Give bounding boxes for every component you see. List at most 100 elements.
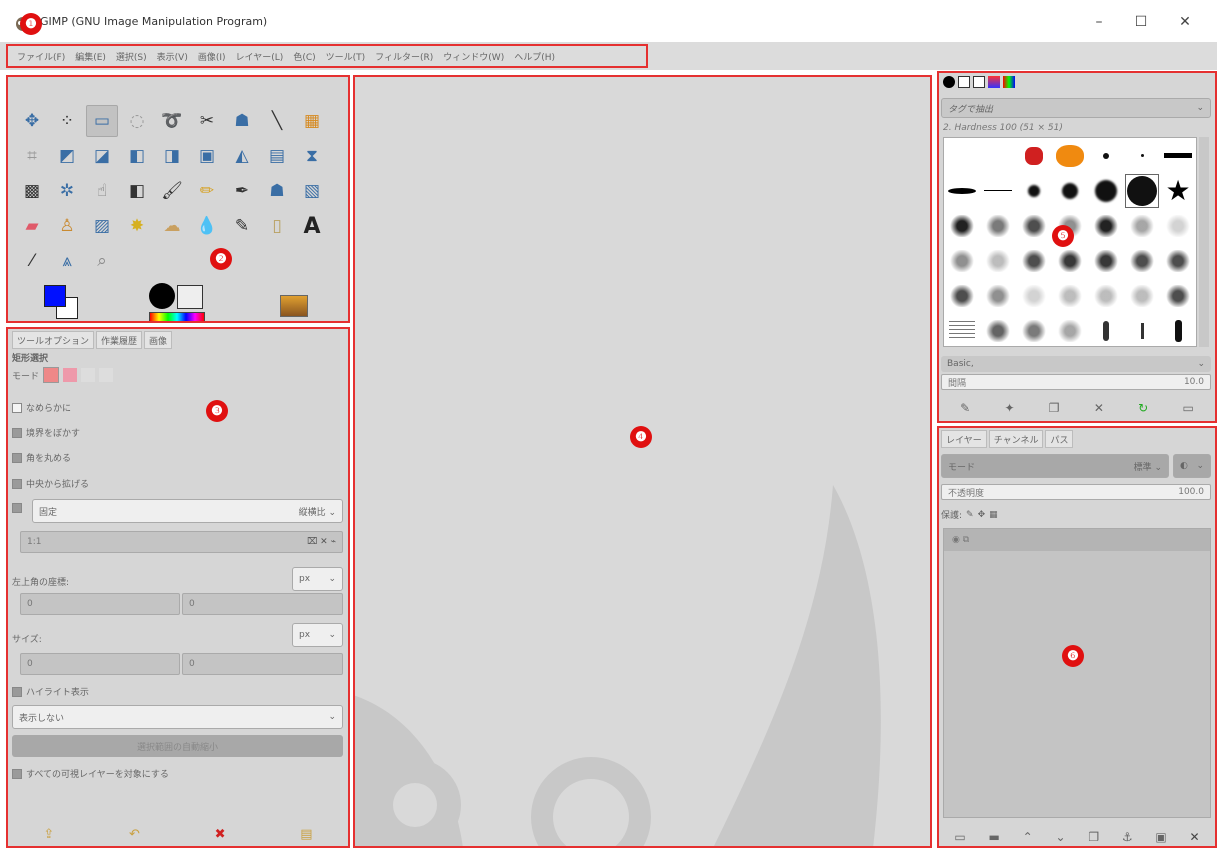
brush-hardness-100-selected[interactable] [1125, 173, 1159, 208]
brush-texture-14[interactable] [1165, 284, 1191, 307]
restore-options-icon[interactable]: ↶ [129, 827, 140, 842]
brush-lines[interactable] [949, 320, 975, 341]
brush-star-icon[interactable]: ★ [1165, 176, 1190, 205]
size-unit-dropdown[interactable]: px ⌄ [292, 623, 343, 647]
fixed-row[interactable] [12, 503, 22, 513]
blur-sharpen-icon[interactable]: ☁ [156, 210, 188, 242]
zoom-tool-icon[interactable]: ⌕ [86, 245, 118, 277]
position-x-input[interactable]: 0 [20, 593, 180, 615]
mode-intersect-icon[interactable] [99, 368, 114, 382]
color-select-tool-icon[interactable]: ▦ [296, 105, 328, 137]
brush-tag-filter[interactable]: タグで抽出 ⌄ [941, 98, 1211, 118]
open-brush-folder-icon[interactable]: ▭ [1182, 401, 1193, 415]
lock-position-icon[interactable]: ✥ [978, 510, 986, 520]
layer-composite-dropdown[interactable]: ◐ ⌄ [1173, 454, 1211, 478]
clone-tool-icon[interactable]: ♙ [51, 210, 83, 242]
highlight-row[interactable]: ハイライト表示 [12, 685, 89, 698]
lock-alpha-icon[interactable]: ▦ [989, 510, 998, 520]
color-picker-tool-icon[interactable]: ⁄ [16, 245, 48, 277]
menu-help[interactable]: ヘルプ(H) [511, 50, 558, 63]
brush-texture-12[interactable] [1093, 284, 1119, 307]
new-brush-icon[interactable]: ✦ [1004, 401, 1014, 415]
gradient-tool-icon[interactable]: ◧ [121, 175, 153, 207]
menu-colors[interactable]: 色(C) [290, 50, 318, 63]
rect-select-tool-icon[interactable]: ▭ [86, 105, 118, 137]
lock-pixels-icon[interactable]: ✎ [966, 510, 974, 520]
smudge-tool-icon[interactable]: ✸ [121, 210, 153, 242]
brush-ellipse[interactable] [948, 187, 976, 194]
brush-pumpkin[interactable] [1056, 144, 1084, 167]
tab-images[interactable]: 画像 [144, 331, 173, 349]
smudge-icon[interactable]: ☝ [86, 175, 118, 207]
move-tool-icon[interactable]: ✥ [16, 105, 48, 137]
rotate-tool-icon[interactable]: ◪ [86, 140, 118, 172]
image-canvas[interactable] [353, 75, 932, 848]
brush-splat-3[interactable] [1021, 214, 1047, 237]
size-h-input[interactable]: 0 [182, 653, 343, 675]
duplicate-layer-icon[interactable]: ❐ [1088, 830, 1099, 844]
brush-splat-5[interactable] [1093, 214, 1119, 237]
paintbrush-tool-icon[interactable]: 🖌 [156, 175, 188, 207]
brush-tiny[interactable] [1103, 152, 1109, 159]
brush-texture-6[interactable] [1129, 249, 1155, 272]
minimize-button[interactable]: – [1084, 10, 1114, 34]
brush-texture-1[interactable] [949, 249, 975, 272]
measure-tool-icon[interactable]: ⩓ [51, 245, 83, 277]
menu-image[interactable]: 画像(I) [195, 50, 229, 63]
brush-texture-8[interactable] [949, 284, 975, 307]
brush-soft-small[interactable] [1028, 184, 1040, 197]
menu-select[interactable]: 選択(S) [113, 50, 150, 63]
fixed-dropdown[interactable]: 固定 縦横比 ⌄ [32, 499, 343, 523]
bucket-fill-icon[interactable]: ▩ [16, 175, 48, 207]
color-picker-brush-icon[interactable]: ✎ [226, 210, 258, 242]
align-tool-icon[interactable]: ⁘ [51, 105, 83, 137]
cage-tool-icon[interactable]: ▤ [261, 140, 293, 172]
brush-texture-7[interactable] [1165, 249, 1191, 272]
brush-stroke-3[interactable] [1174, 319, 1182, 342]
save-options-icon[interactable]: ⇪ [43, 827, 54, 842]
menu-view[interactable]: 表示(V) [154, 50, 191, 63]
brush-texture-10[interactable] [1021, 284, 1047, 307]
delete-layer-icon[interactable]: ✕ [1190, 830, 1200, 844]
menu-filters[interactable]: フィルター(R) [372, 50, 436, 63]
brush-scrollbar[interactable] [1199, 137, 1209, 347]
brush-splat-7[interactable] [1165, 214, 1191, 237]
warp-tool-icon[interactable]: ⧗ [296, 140, 328, 172]
brush-splat-1[interactable] [949, 214, 975, 237]
layer-list[interactable]: ◉ ⧉ [943, 528, 1211, 818]
heal-tool-icon[interactable]: ▧ [296, 175, 328, 207]
size-w-input[interactable]: 0 [20, 653, 180, 675]
brush-splat-2[interactable] [985, 214, 1011, 237]
position-y-input[interactable]: 0 [182, 593, 343, 615]
lower-layer-icon[interactable]: ⌄ [1055, 830, 1065, 844]
tab-paths[interactable]: パス [1045, 430, 1074, 448]
brush-line[interactable] [1164, 153, 1192, 158]
ratio-field[interactable]: 1:1 ⌧ ✕ ⌁ [20, 531, 343, 553]
brush-stroke-1[interactable] [1103, 320, 1109, 341]
position-unit-dropdown[interactable]: px ⌄ [292, 567, 343, 591]
ellipse-select-tool-icon[interactable]: ◌ [121, 105, 153, 137]
menu-tools[interactable]: ツール(T) [323, 50, 369, 63]
menu-windows[interactable]: ウィンドウ(W) [440, 50, 507, 63]
refresh-brushes-icon[interactable]: ↻ [1138, 401, 1148, 415]
free-select-tool-icon[interactable]: ➰ [156, 105, 188, 137]
expand-center-row[interactable]: 中央から拡げる [12, 477, 89, 490]
color-selector[interactable] [36, 285, 86, 325]
tab-undo-history[interactable]: 作業履歴 [96, 331, 143, 349]
scissors-tool-icon[interactable]: ✂ [191, 105, 223, 137]
brush-texture-5[interactable] [1093, 249, 1119, 272]
tab-tool-options[interactable]: ツールオプション [12, 331, 95, 349]
layer-mask-icon[interactable]: ▣ [1155, 830, 1166, 844]
brush-stroke-2[interactable] [1140, 322, 1144, 339]
tab-brushes-icon[interactable] [943, 76, 955, 88]
foreground-select-tool-icon[interactable]: ☗ [226, 105, 258, 137]
brush-preset-dropdown[interactable]: Basic, ⌄ [941, 356, 1211, 372]
delete-options-icon[interactable]: ✖ [215, 827, 226, 842]
brush-texture-17[interactable] [1057, 319, 1083, 342]
antialias-row[interactable]: なめらかに [12, 401, 71, 414]
scale-tool-icon[interactable]: ◧ [121, 140, 153, 172]
menu-layer[interactable]: レイヤー(L) [233, 50, 287, 63]
feather-row[interactable]: 境界をぼかす [12, 426, 80, 439]
tab-palettes-icon[interactable] [1003, 76, 1015, 88]
eraser-tool-icon[interactable]: ▰ [16, 210, 48, 242]
